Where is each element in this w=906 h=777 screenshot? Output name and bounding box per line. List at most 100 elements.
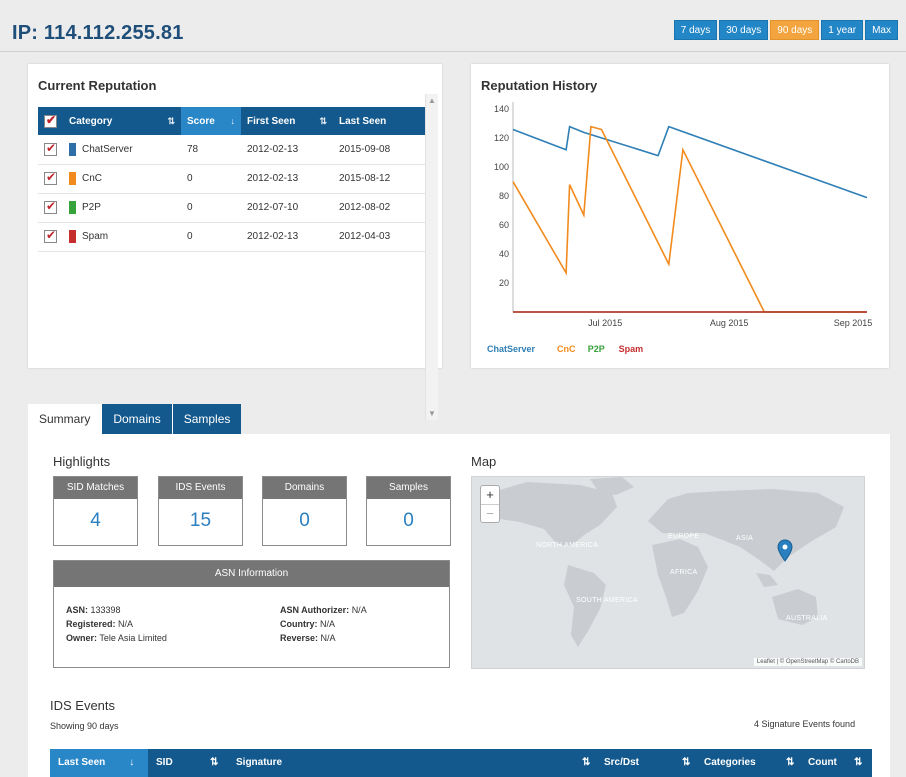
country-field: Country: N/A bbox=[280, 619, 336, 629]
column-category[interactable]: Category ⇅ bbox=[63, 107, 181, 135]
column-categories[interactable]: Categories bbox=[704, 749, 756, 777]
range-7-days-button[interactable]: 7 days bbox=[673, 20, 718, 40]
legend-item: P2P bbox=[588, 344, 605, 354]
series-line-chatserver bbox=[512, 125, 868, 199]
column-count[interactable]: Count bbox=[808, 749, 837, 777]
current-reputation-title: Current Reputation bbox=[38, 78, 157, 93]
ids-showing-text: Showing 90 days bbox=[50, 721, 119, 731]
zoom-in-button[interactable]: + bbox=[481, 486, 499, 504]
registered-field: Registered: N/A bbox=[66, 619, 134, 629]
reputation-table: Category⇅ Score↓ First Seen⇅ Last Seen⇅ … bbox=[38, 107, 438, 252]
sort-icon: ⇅ bbox=[786, 757, 795, 768]
y-tick-label: 60 bbox=[499, 220, 509, 230]
cnc-color-swatch bbox=[69, 172, 76, 185]
card-label: IDS Events bbox=[159, 477, 242, 499]
series-line-cnc bbox=[512, 125, 867, 313]
ids-events-table-header: Last Seen ↓ SID ⇅ Signature ⇅ Src/Dst ⇅ C… bbox=[50, 749, 872, 777]
zoom-out-button[interactable]: − bbox=[481, 504, 499, 522]
row-checkbox[interactable] bbox=[44, 228, 57, 243]
page-title: IP: 114.112.255.81 bbox=[12, 22, 184, 44]
map-label: ASIA bbox=[736, 535, 754, 542]
table-row: ChatServer 78 2012-02-13 2015-09-08 bbox=[38, 135, 438, 165]
reputation-history-panel: Reputation History 20 40 60 80 100 120 140 Jul … bbox=[471, 64, 889, 368]
map-attribution[interactable]: Leaflet | © OpenStreetMap © CartoDB bbox=[753, 658, 862, 666]
table-row: CnC 0 2012-02-13 2015-08-12 bbox=[38, 164, 438, 194]
legend-item: Spam bbox=[619, 344, 644, 354]
ids-events-card: IDS Events 15 bbox=[158, 476, 243, 546]
map-title: Map bbox=[471, 454, 497, 469]
card-value: 15 bbox=[189, 510, 212, 531]
select-all-checkbox[interactable] bbox=[44, 113, 57, 128]
world-map-landmass bbox=[482, 477, 844, 647]
location-marker-icon[interactable] bbox=[777, 539, 793, 563]
reverse-field: Reverse: N/A bbox=[280, 633, 336, 643]
legend-item: CnC bbox=[557, 344, 576, 354]
asn-field: ASN: 133398 bbox=[66, 605, 121, 615]
range-max-button[interactable]: Max bbox=[865, 20, 898, 40]
sort-icon: ⇅ bbox=[167, 115, 175, 126]
y-tick-label: 140 bbox=[494, 104, 509, 114]
card-value: 0 bbox=[299, 510, 310, 531]
x-tick-label: Sep 2015 bbox=[834, 318, 873, 328]
map-label: SOUTH AMERICA bbox=[576, 597, 638, 604]
map-label: AFRICA bbox=[670, 569, 698, 576]
tab-summary[interactable]: Summary bbox=[28, 404, 102, 434]
map-label: NORTH AMERICA bbox=[536, 542, 599, 549]
x-tick-label: Aug 2015 bbox=[710, 318, 749, 328]
map-label: AUSTRALIA bbox=[786, 615, 828, 622]
current-reputation-panel: Current Reputation Category⇅ Score↓ Firs… bbox=[28, 64, 442, 420]
y-tick-label: 80 bbox=[499, 191, 509, 201]
column-score[interactable]: Score ↓ bbox=[181, 107, 241, 135]
sort-desc-icon: ↓ bbox=[129, 757, 135, 768]
y-tick-label: 100 bbox=[494, 162, 509, 172]
row-checkbox[interactable] bbox=[44, 141, 57, 156]
range-30-days-button[interactable]: 30 days bbox=[719, 20, 769, 40]
table-row: P2P 0 2012-07-10 2012-08-02 bbox=[38, 193, 438, 223]
domains-card: Domains 0 bbox=[262, 476, 347, 546]
asn-authorizer-field: ASN Authorizer: N/A bbox=[280, 605, 367, 615]
range-90-days-button[interactable]: 90 days bbox=[770, 20, 820, 40]
range-1-year-button[interactable]: 1 year bbox=[821, 20, 864, 40]
scroll-down-arrow-icon[interactable]: ▼ bbox=[428, 409, 436, 418]
top-bar: IP: 114.112.255.81 7 days 30 days 90 day… bbox=[0, 0, 906, 52]
sort-desc-icon: ↓ bbox=[230, 115, 236, 126]
column-first-seen[interactable]: First Seen ⇅ bbox=[241, 107, 333, 135]
y-tick-label: 20 bbox=[499, 278, 509, 288]
ids-events-title: IDS Events bbox=[50, 698, 116, 713]
y-tick-label: 120 bbox=[494, 133, 509, 143]
tab-samples[interactable]: Samples bbox=[171, 404, 242, 434]
row-checkbox[interactable] bbox=[44, 199, 57, 214]
column-signature[interactable]: Signature bbox=[236, 749, 282, 777]
p2p-color-swatch bbox=[69, 201, 76, 214]
legend-item: ChatServer bbox=[487, 344, 536, 354]
row-checkbox[interactable] bbox=[44, 170, 57, 185]
card-label: SID Matches bbox=[54, 477, 137, 499]
card-value: 4 bbox=[90, 510, 101, 531]
reputation-history-chart: 20 40 60 80 100 120 140 Jul 2015 Aug 2015 Sep 201… bbox=[487, 102, 873, 354]
sort-icon: ⇅ bbox=[210, 757, 219, 768]
range-selector: 7 days 30 days 90 days 1 year Max bbox=[673, 20, 898, 40]
sort-icon: ⇅ bbox=[319, 115, 327, 126]
world-map[interactable]: + − NORTH AMERICA EUROPE ASIA AFRICA SOU… bbox=[471, 476, 865, 669]
column-sid[interactable]: SID bbox=[156, 749, 173, 777]
map-zoom-controls: + − bbox=[480, 485, 500, 523]
column-last-seen[interactable]: Last Seen⇅ bbox=[333, 107, 438, 135]
y-tick-label: 40 bbox=[499, 249, 509, 259]
card-label: Domains bbox=[263, 477, 346, 499]
table-scrollbar[interactable]: ▲ ▼ bbox=[425, 94, 438, 420]
asn-information-title: ASN Information bbox=[54, 561, 449, 587]
table-row: Spam 0 2012-02-13 2012-04-03 bbox=[38, 222, 438, 252]
detail-tabs: Summary Domains Samples bbox=[28, 404, 242, 434]
scroll-up-arrow-icon[interactable]: ▲ bbox=[428, 96, 436, 105]
tab-domains[interactable]: Domains bbox=[101, 404, 172, 434]
card-label: Samples bbox=[367, 477, 450, 499]
x-tick-label: Jul 2015 bbox=[588, 318, 622, 328]
chatserver-color-swatch bbox=[69, 142, 76, 156]
sort-icon: ⇅ bbox=[582, 757, 591, 768]
ids-found-count: 4 Signature Events found bbox=[754, 719, 856, 729]
map-label: EUROPE bbox=[668, 533, 700, 540]
column-src-dst[interactable]: Src/Dst bbox=[604, 749, 639, 777]
column-last-seen[interactable]: Last Seen ↓ bbox=[50, 749, 148, 777]
asn-information-box: ASN Information ASN: 133398 Registered: … bbox=[53, 560, 450, 668]
sid-matches-card: SID Matches 4 bbox=[53, 476, 138, 546]
